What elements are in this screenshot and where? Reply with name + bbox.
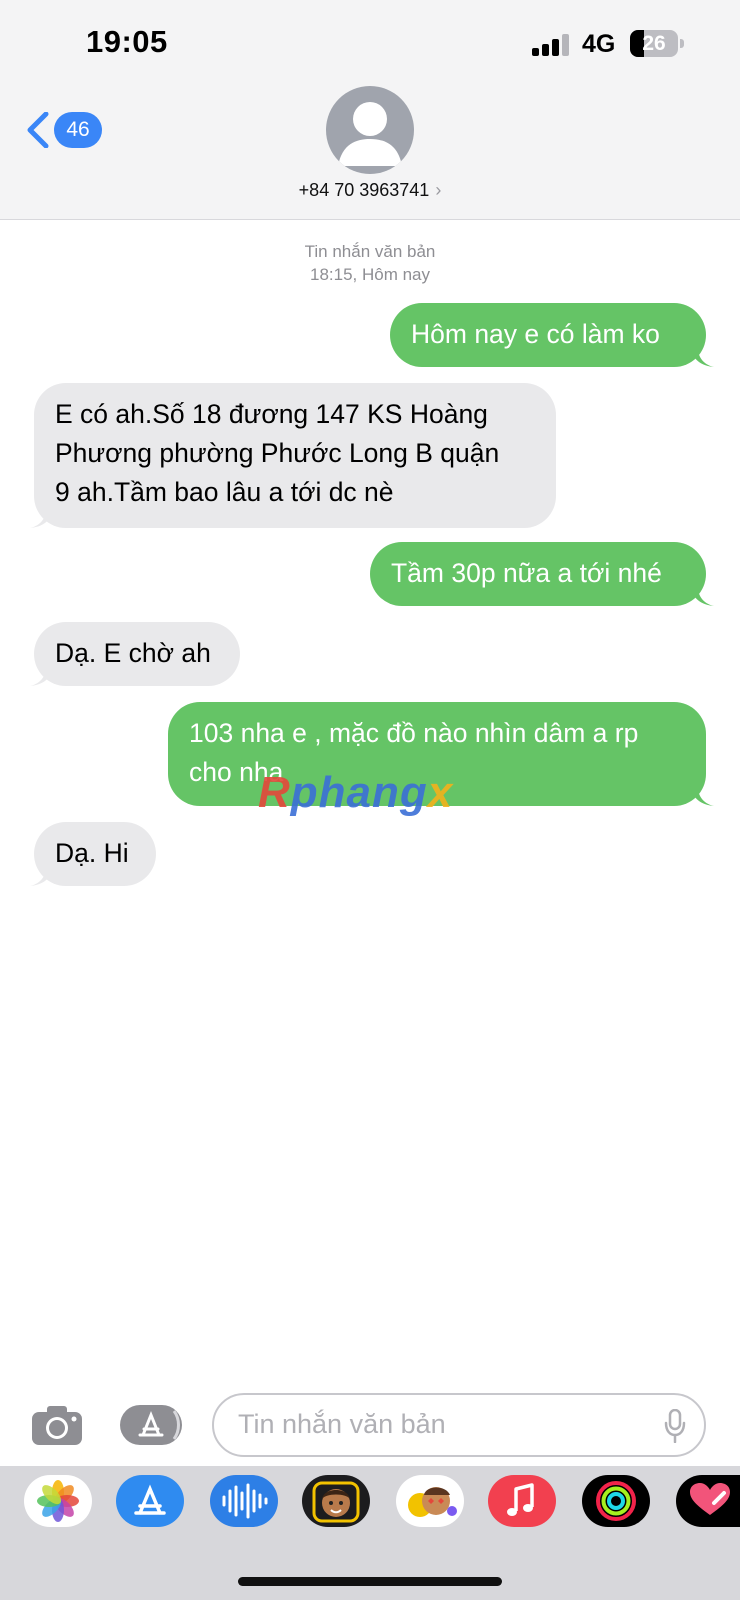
bubble-tail	[30, 507, 54, 528]
audio-message-icon[interactable]	[210, 1475, 278, 1527]
message-text-line-3: 9 ah.Tầm bao lâu a tới dc nè	[55, 477, 394, 507]
message-text: Dạ. E chờ ah	[55, 638, 211, 668]
camera-icon	[32, 1406, 82, 1445]
battery-icon: 26	[630, 30, 678, 57]
camera-button[interactable]	[30, 1404, 84, 1446]
message-text-line-1: 103 nha e , mặc đồ nào nhìn dâm a rp	[189, 718, 639, 748]
message-timestamp: 18:15, Hôm nay	[309, 265, 430, 284]
music-icon[interactable]	[488, 1475, 556, 1527]
bubble-tail	[30, 665, 54, 686]
incoming-message[interactable]: Dạ. E chờ ah	[34, 622, 240, 686]
digital-touch-icon[interactable]	[676, 1475, 740, 1527]
status-time: 19:05	[86, 24, 168, 59]
back-button[interactable]: 46	[26, 110, 106, 150]
battery-level: 26	[642, 32, 666, 55]
message-input[interactable]: Tin nhắn văn bản	[212, 1393, 706, 1457]
contact-avatar[interactable]	[326, 86, 414, 174]
activity-icon[interactable]	[582, 1475, 650, 1527]
bubble-tail	[690, 346, 714, 367]
microphone-icon[interactable]	[664, 1409, 686, 1443]
message-text: Hôm nay e có làm ko	[411, 319, 660, 349]
cellular-signal-icon	[532, 34, 572, 56]
home-indicator[interactable]	[238, 1577, 502, 1586]
bubble-tail	[30, 865, 54, 886]
battery-tip	[680, 39, 684, 48]
animoji-stickers-icon[interactable]	[396, 1475, 464, 1527]
chevron-left-icon	[27, 112, 49, 148]
bubble-tail	[690, 785, 714, 806]
message-type-label: Tin nhắn văn bản	[304, 242, 436, 261]
message-text-line-1: E có ah.Số 18 đương 147 KS Hoàng	[55, 399, 488, 429]
unread-count-badge: 46	[54, 112, 102, 148]
message-text-line-2: Phương phường Phước Long B quận	[55, 438, 500, 468]
watermark-logo: Rphangx	[258, 768, 454, 817]
person-icon	[338, 102, 402, 166]
apps-button[interactable]	[120, 1405, 182, 1445]
app-store-icon	[138, 1410, 180, 1440]
contact-number: +84 70 3963741	[298, 180, 430, 200]
bubble-tail	[690, 585, 714, 606]
contact-name[interactable]: +84 70 3963741 ›	[0, 180, 740, 201]
incoming-message[interactable]: E có ah.Số 18 đương 147 KS Hoàng Phương …	[34, 383, 556, 528]
message-text: Dạ. Hi	[55, 838, 129, 868]
outgoing-message[interactable]: Hôm nay e có làm ko	[390, 303, 706, 367]
message-input-placeholder: Tin nhắn văn bản	[238, 1409, 446, 1439]
network-type: 4G	[582, 30, 616, 58]
message-text: Tầm 30p nữa a tới nhé	[391, 558, 662, 588]
photos-icon[interactable]	[24, 1475, 92, 1527]
app-store-app-icon[interactable]	[116, 1475, 184, 1527]
chevron-right-icon: ›	[435, 180, 442, 200]
memoji-icon[interactable]	[302, 1475, 370, 1527]
outgoing-message[interactable]: Tầm 30p nữa a tới nhé	[370, 542, 706, 606]
